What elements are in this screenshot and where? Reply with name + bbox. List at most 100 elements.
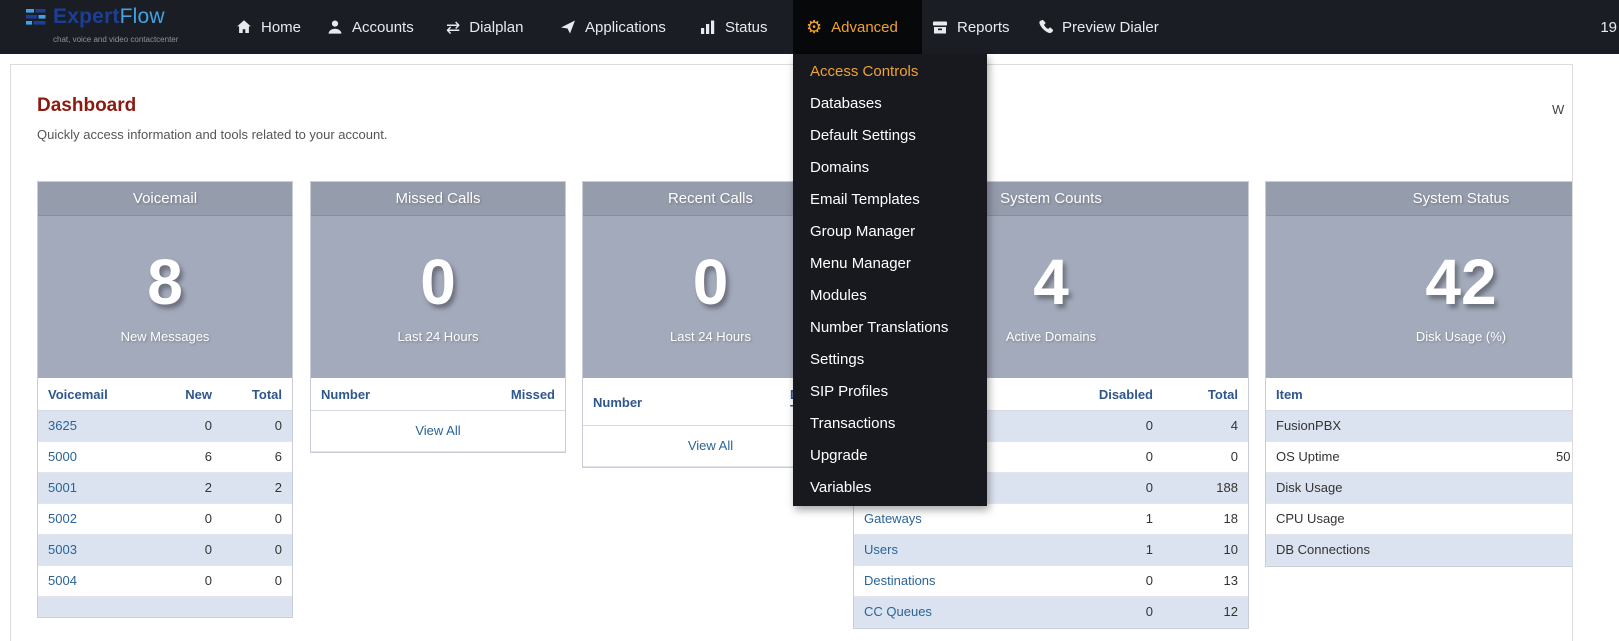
column-header: Disabled bbox=[1068, 378, 1163, 411]
system-status-card: System Status 42 Disk Usage (%) Item Fus… bbox=[1265, 181, 1573, 567]
recent-calls-count: 0 bbox=[693, 250, 729, 314]
phone-icon bbox=[1037, 19, 1053, 35]
system-status-table: Item FusionPBX OS Uptime50 Disk Usage CP… bbox=[1266, 378, 1573, 566]
top-navbar: ExpertFlow chat, voice and video contact… bbox=[0, 0, 1619, 54]
table-row: 500300 bbox=[38, 535, 292, 566]
nav-item-label: Home bbox=[261, 19, 301, 36]
system-status-count-panel: 42 Disk Usage (%) bbox=[1266, 216, 1573, 378]
person-icon bbox=[327, 19, 343, 35]
menu-item-transactions[interactable]: Transactions bbox=[793, 408, 987, 440]
missed-calls-table: Number Missed View All bbox=[311, 378, 565, 452]
menu-item-settings[interactable]: Settings bbox=[793, 344, 987, 376]
menu-item-variables[interactable]: Variables bbox=[793, 472, 987, 504]
menu-item-default-settings[interactable]: Default Settings bbox=[793, 120, 987, 152]
clock-fragment: 19 bbox=[1600, 0, 1617, 54]
voicemail-link[interactable]: 5000 bbox=[48, 449, 77, 464]
item-link[interactable]: Gateways bbox=[864, 511, 922, 526]
view-all-link[interactable]: View All bbox=[688, 438, 733, 453]
voicemail-card: Voicemail 8 New Messages Voicemail New T… bbox=[37, 181, 293, 618]
column-header: Number bbox=[583, 378, 780, 426]
menu-item-upgrade[interactable]: Upgrade bbox=[793, 440, 987, 472]
nav-item-preview-dialer[interactable]: Preview Dialer bbox=[1037, 0, 1159, 54]
card-title: Voicemail bbox=[38, 182, 292, 216]
nav-item-status[interactable]: Status bbox=[700, 0, 768, 54]
table-row: 500066 bbox=[38, 442, 292, 473]
status-value bbox=[1546, 473, 1573, 504]
brand-name: ExpertFlow bbox=[53, 5, 165, 28]
table-row: View All bbox=[311, 411, 565, 452]
missed-calls-count: 0 bbox=[420, 250, 456, 314]
column-header: Item bbox=[1266, 378, 1546, 411]
voicemail-link[interactable]: 5004 bbox=[48, 573, 77, 588]
nav-item-accounts[interactable]: Accounts bbox=[327, 0, 414, 54]
column-header: Total bbox=[1163, 378, 1248, 411]
voicemail-count-label: New Messages bbox=[121, 329, 210, 344]
status-value bbox=[1546, 504, 1573, 535]
table-row: 362500 bbox=[38, 411, 292, 442]
missed-calls-card: Missed Calls 0 Last 24 Hours Number Miss… bbox=[310, 181, 566, 453]
table-row: 500400 bbox=[38, 566, 292, 597]
welcome-text-cutoff: W bbox=[1552, 102, 1564, 117]
archive-box-icon bbox=[932, 19, 948, 35]
card-title: System Status bbox=[1266, 182, 1573, 216]
status-item: OS Uptime bbox=[1266, 442, 1546, 473]
menu-item-menu-manager[interactable]: Menu Manager bbox=[793, 248, 987, 280]
nav-item-reports[interactable]: Reports bbox=[932, 0, 1010, 54]
item-link[interactable]: Users bbox=[864, 542, 898, 557]
nav-item-advanced[interactable]: ⚙ Advanced bbox=[793, 0, 922, 54]
nav-item-label: Reports bbox=[957, 19, 1010, 36]
status-value: 50 bbox=[1546, 442, 1573, 473]
column-header: Total bbox=[222, 378, 292, 411]
table-row: Gateways118 bbox=[854, 504, 1248, 535]
system-counts-count: 4 bbox=[1033, 250, 1069, 314]
page-title: Dashboard bbox=[37, 95, 136, 117]
status-item: Disk Usage bbox=[1266, 473, 1546, 504]
home-icon bbox=[236, 19, 252, 35]
status-item: CPU Usage bbox=[1266, 504, 1546, 535]
menu-item-databases[interactable]: Databases bbox=[793, 88, 987, 120]
column-header: Voicemail bbox=[38, 378, 160, 411]
voicemail-link[interactable]: 5001 bbox=[48, 480, 77, 495]
menu-item-sip-profiles[interactable]: SIP Profiles bbox=[793, 376, 987, 408]
card-title: Missed Calls bbox=[311, 182, 565, 216]
system-status-count-label: Disk Usage (%) bbox=[1416, 329, 1506, 344]
menu-item-email-templates[interactable]: Email Templates bbox=[793, 184, 987, 216]
status-value bbox=[1546, 411, 1573, 442]
table-row: OS Uptime50 bbox=[1266, 442, 1573, 473]
nav-item-label: Accounts bbox=[352, 19, 414, 36]
nav-item-label: Dialplan bbox=[469, 19, 523, 36]
voicemail-link[interactable]: 3625 bbox=[48, 418, 77, 433]
menu-item-group-manager[interactable]: Group Manager bbox=[793, 216, 987, 248]
menu-item-modules[interactable]: Modules bbox=[793, 280, 987, 312]
menu-item-number-translations[interactable]: Number Translations bbox=[793, 312, 987, 344]
view-all-link[interactable]: View All bbox=[415, 423, 460, 438]
table-row: FusionPBX bbox=[1266, 411, 1573, 442]
nav-item-label: Advanced bbox=[831, 19, 898, 36]
table-row: Destinations013 bbox=[854, 566, 1248, 597]
voicemail-link[interactable]: 5003 bbox=[48, 542, 77, 557]
table-row: 500200 bbox=[38, 504, 292, 535]
system-counts-count-label: Active Domains bbox=[1006, 329, 1096, 344]
column-header bbox=[1546, 378, 1573, 411]
brand-logo[interactable]: ExpertFlow chat, voice and video contact… bbox=[26, 7, 178, 50]
swap-arrows-icon: ⇄ bbox=[446, 19, 460, 36]
item-link[interactable]: Destinations bbox=[864, 573, 936, 588]
voicemail-link[interactable]: 5002 bbox=[48, 511, 77, 526]
menu-item-domains[interactable]: Domains bbox=[793, 152, 987, 184]
table-row: Users110 bbox=[854, 535, 1248, 566]
column-header: Number bbox=[311, 378, 495, 411]
table-row: CPU Usage bbox=[1266, 504, 1573, 535]
item-link[interactable]: CC Queues bbox=[864, 604, 932, 619]
table-row: CC Queues012 bbox=[854, 597, 1248, 628]
nav-item-applications[interactable]: Applications bbox=[560, 0, 666, 54]
page-subtitle: Quickly access information and tools rel… bbox=[37, 127, 387, 142]
column-header: Missed bbox=[495, 378, 565, 411]
nav-item-home[interactable]: Home bbox=[236, 0, 301, 54]
paper-plane-icon bbox=[560, 19, 576, 35]
brand-tagline: chat, voice and video contactcenter bbox=[53, 30, 178, 50]
menu-item-access-controls[interactable]: Access Controls bbox=[793, 56, 987, 88]
missed-calls-count-label: Last 24 Hours bbox=[398, 329, 479, 344]
nav-item-dialplan[interactable]: ⇄ Dialplan bbox=[446, 0, 523, 54]
system-status-count: 42 bbox=[1425, 250, 1496, 314]
voicemail-count: 8 bbox=[147, 250, 183, 314]
